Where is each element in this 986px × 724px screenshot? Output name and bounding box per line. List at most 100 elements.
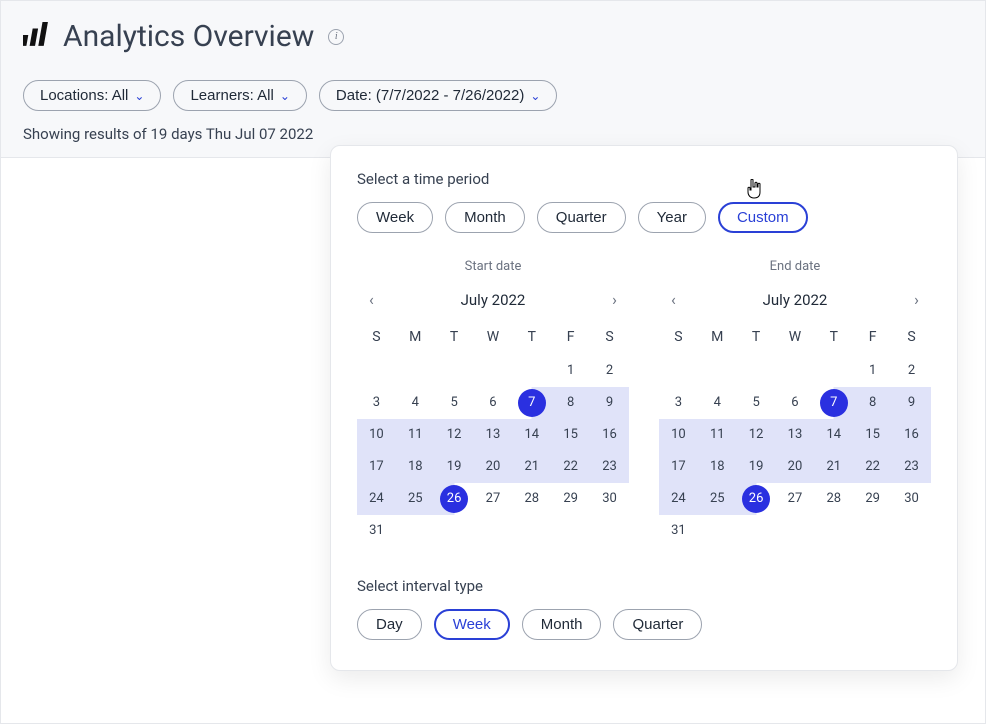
calendar-day[interactable]: 4 [698,387,737,419]
period-week[interactable]: Week [357,202,433,233]
calendar-day[interactable]: 7 [518,389,546,417]
calendar-day[interactable]: 15 [551,419,590,451]
calendar-day[interactable]: 1 [551,355,590,387]
calendar-day[interactable]: 24 [659,483,698,515]
calendar-day[interactable]: 17 [357,451,396,483]
dow-header: T [814,323,853,355]
calendar-day[interactable]: 19 [435,451,474,483]
calendar-day[interactable]: 30 [892,483,931,515]
filter-learners[interactable]: Learners: All ⌄ [173,80,306,111]
interval-quarter[interactable]: Quarter [613,609,702,640]
calendar-day[interactable]: 5 [737,387,776,419]
calendar-day[interactable]: 15 [853,419,892,451]
dow-header: W [474,323,513,355]
calendar-day[interactable]: 3 [659,387,698,419]
filter-row: Locations: All ⌄ Learners: All ⌄ Date: (… [23,80,963,111]
title-row: Analytics Overview i [23,19,963,54]
dow-header: M [396,323,435,355]
calendar-day[interactable]: 9 [892,387,931,419]
calendar-day[interactable]: 28 [512,483,551,515]
calendar-day[interactable]: 2 [892,355,931,387]
calendar-day[interactable]: 13 [776,419,815,451]
calendar-day[interactable]: 20 [474,451,513,483]
calendar-day[interactable]: 1 [853,355,892,387]
calendar-day[interactable]: 26 [742,485,770,513]
start-date-label: Start date [357,259,629,274]
filter-date-label: Date: (7/7/2022 - 7/26/2022) [336,87,524,104]
filter-date[interactable]: Date: (7/7/2022 - 7/26/2022) ⌄ [319,80,558,111]
calendar-day[interactable]: 10 [357,419,396,451]
calendar-day[interactable]: 23 [892,451,931,483]
calendar-day[interactable]: 14 [512,419,551,451]
calendar-day[interactable]: 25 [698,483,737,515]
calendar-day[interactable]: 10 [659,419,698,451]
calendar-day[interactable]: 4 [396,387,435,419]
calendar-day[interactable]: 9 [590,387,629,419]
results-summary: Showing results of 19 days Thu Jul 07 20… [23,125,963,143]
calendar-day[interactable]: 7 [820,389,848,417]
dow-header: W [776,323,815,355]
calendar-day[interactable]: 8 [551,387,590,419]
calendar-day[interactable]: 13 [474,419,513,451]
dow-header: F [853,323,892,355]
calendar-day[interactable]: 24 [357,483,396,515]
chevron-right-icon[interactable]: › [606,286,623,313]
chevron-down-icon: ⌄ [280,89,290,103]
calendar-day[interactable]: 2 [590,355,629,387]
calendar-day[interactable]: 27 [776,483,815,515]
calendar-day[interactable]: 18 [698,451,737,483]
calendar-day[interactable]: 12 [737,419,776,451]
info-icon[interactable]: i [328,29,344,45]
end-date-label: End date [659,259,931,274]
calendar-day[interactable]: 29 [551,483,590,515]
calendar-day[interactable]: 19 [737,451,776,483]
end-date-calendar: End date‹July 2022›SMTWTFS12345678910111… [659,259,931,547]
interval-month[interactable]: Month [522,609,602,640]
period-quarter[interactable]: Quarter [537,202,626,233]
calendar-day[interactable]: 16 [590,419,629,451]
calendar-day[interactable]: 21 [814,451,853,483]
start-calendar-grid: SMTWTFS123456789101112131415161718192021… [357,323,629,547]
calendar-day[interactable]: 21 [512,451,551,483]
calendar-day[interactable]: 6 [776,387,815,419]
calendar-day[interactable]: 18 [396,451,435,483]
calendar-day[interactable]: 26 [440,485,468,513]
calendar-day[interactable]: 28 [814,483,853,515]
filter-locations[interactable]: Locations: All ⌄ [23,80,161,111]
calendar-day[interactable]: 16 [892,419,931,451]
period-custom[interactable]: Custom [718,202,808,233]
chevron-left-icon[interactable]: ‹ [665,286,682,313]
chevron-down-icon: ⌄ [134,89,144,103]
calendar-day[interactable]: 5 [435,387,474,419]
calendar-day[interactable]: 30 [590,483,629,515]
filter-learners-label: Learners: All [190,87,273,104]
interval-week[interactable]: Week [434,609,510,640]
calendar-day[interactable]: 8 [853,387,892,419]
calendar-day[interactable]: 6 [474,387,513,419]
calendar-day[interactable]: 25 [396,483,435,515]
calendar-day[interactable]: 14 [814,419,853,451]
period-label: Select a time period [357,170,931,188]
cursor-pointer-icon [745,179,763,203]
period-year[interactable]: Year [638,202,706,233]
calendar-day[interactable]: 31 [357,515,396,547]
calendar-day[interactable]: 12 [435,419,474,451]
calendar-day[interactable]: 3 [357,387,396,419]
calendar-day[interactable]: 11 [698,419,737,451]
calendar-day[interactable]: 23 [590,451,629,483]
dow-header: M [698,323,737,355]
end-month-label: July 2022 [763,291,828,309]
calendar-day[interactable]: 17 [659,451,698,483]
calendar-day[interactable]: 29 [853,483,892,515]
chevron-left-icon[interactable]: ‹ [363,286,380,313]
calendar-day[interactable]: 22 [551,451,590,483]
calendar-day[interactable]: 20 [776,451,815,483]
start-calendar-nav: ‹July 2022› [357,286,629,313]
period-month[interactable]: Month [445,202,525,233]
chevron-right-icon[interactable]: › [908,286,925,313]
calendar-day[interactable]: 22 [853,451,892,483]
interval-day[interactable]: Day [357,609,422,640]
calendar-day[interactable]: 11 [396,419,435,451]
calendar-day[interactable]: 27 [474,483,513,515]
calendar-day[interactable]: 31 [659,515,698,547]
